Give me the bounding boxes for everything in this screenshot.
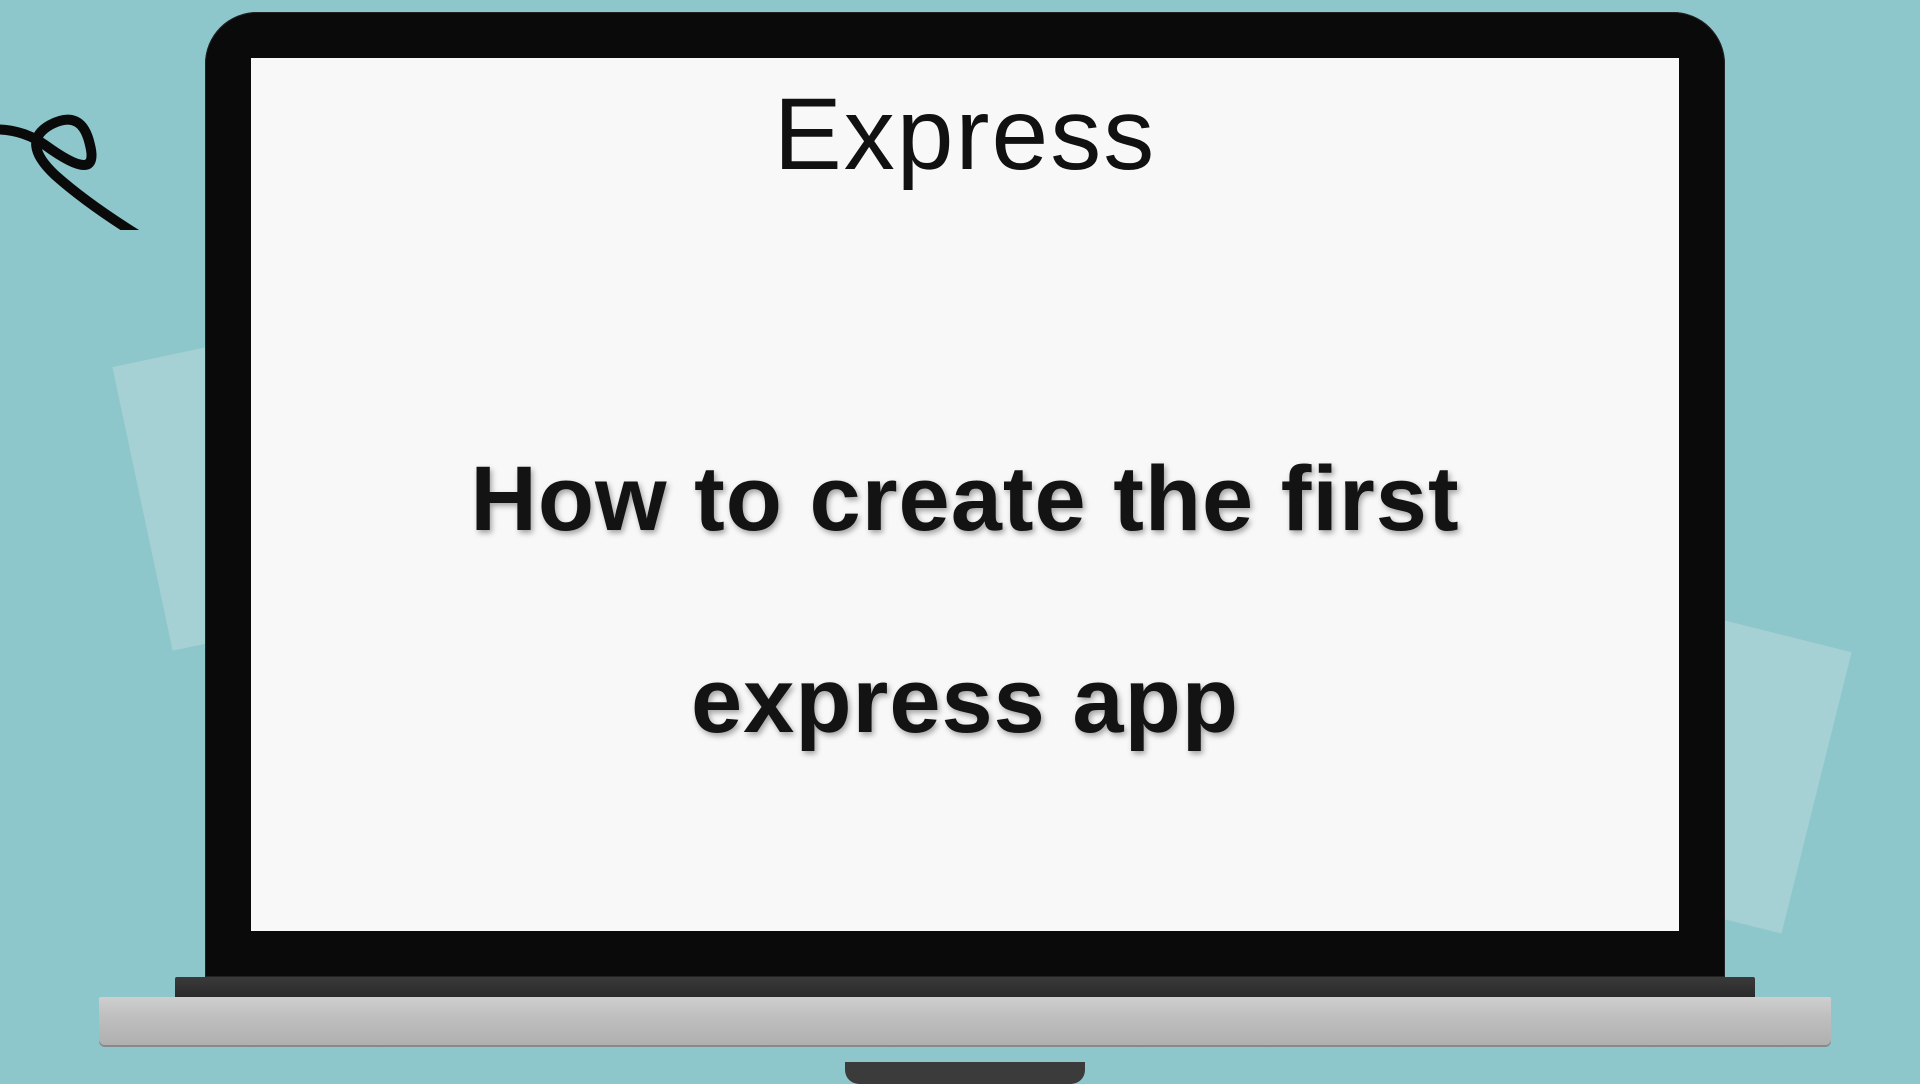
laptop-notch [845,1062,1085,1084]
laptop-hinge [175,977,1756,997]
laptop-bezel: Express How to create the first express … [205,12,1725,977]
headline-text: How to create the first express app [308,398,1622,803]
express-logo-text: Express [774,76,1156,193]
laptop-base [99,997,1832,1045]
laptop-screen: Express How to create the first express … [251,58,1679,931]
laptop-illustration: Express How to create the first express … [205,12,1725,1032]
doodle-cable-icon [0,90,230,235]
